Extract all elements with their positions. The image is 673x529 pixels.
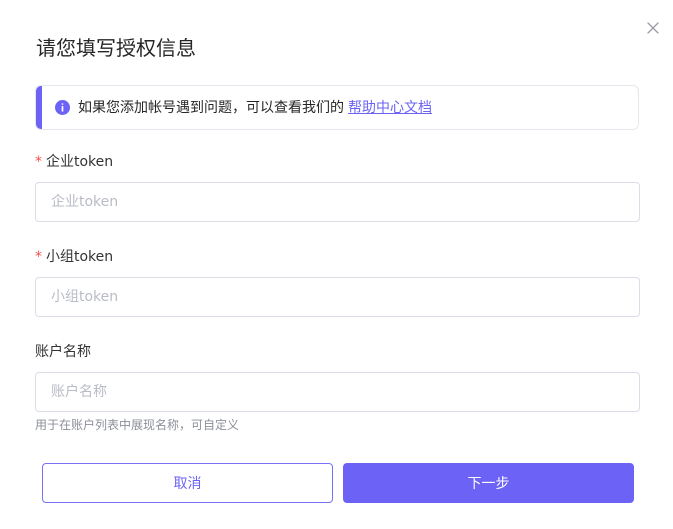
enterprise-token-input[interactable] — [35, 182, 640, 222]
required-mark: * — [35, 154, 42, 170]
account-name-input[interactable] — [35, 372, 640, 412]
group-token-label-text: 小组token — [46, 249, 114, 265]
enterprise-token-label-text: 企业token — [46, 154, 114, 170]
group-token-label: * 小组token — [35, 247, 113, 267]
cancel-button[interactable]: 取消 — [42, 463, 333, 503]
account-name-hint: 用于在账户列表中展现名称，可自定义 — [35, 418, 240, 432]
notice-accent-bar — [36, 86, 42, 129]
next-step-button[interactable]: 下一步 — [343, 463, 634, 503]
help-center-link[interactable]: 帮助中心文档 — [348, 100, 432, 116]
close-icon — [647, 22, 659, 34]
account-name-label: 账户名称 — [35, 344, 91, 360]
dialog-title: 请您填写授权信息 — [36, 36, 196, 60]
enterprise-token-label: * 企业token — [35, 152, 113, 172]
help-notice: 如果您添加帐号遇到问题，可以查看我们的 帮助中心文档 — [35, 85, 639, 130]
info-icon — [55, 100, 70, 115]
group-token-input[interactable] — [35, 277, 640, 317]
notice-text: 如果您添加帐号遇到问题，可以查看我们的 — [78, 100, 344, 116]
authorization-dialog: 请您填写授权信息 如果您添加帐号遇到问题，可以查看我们的 帮助中心文档 * 企业to… — [0, 0, 673, 529]
required-mark: * — [35, 249, 42, 265]
notice-message: 如果您添加帐号遇到问题，可以查看我们的 帮助中心文档 — [78, 98, 432, 118]
close-button[interactable] — [644, 19, 662, 37]
